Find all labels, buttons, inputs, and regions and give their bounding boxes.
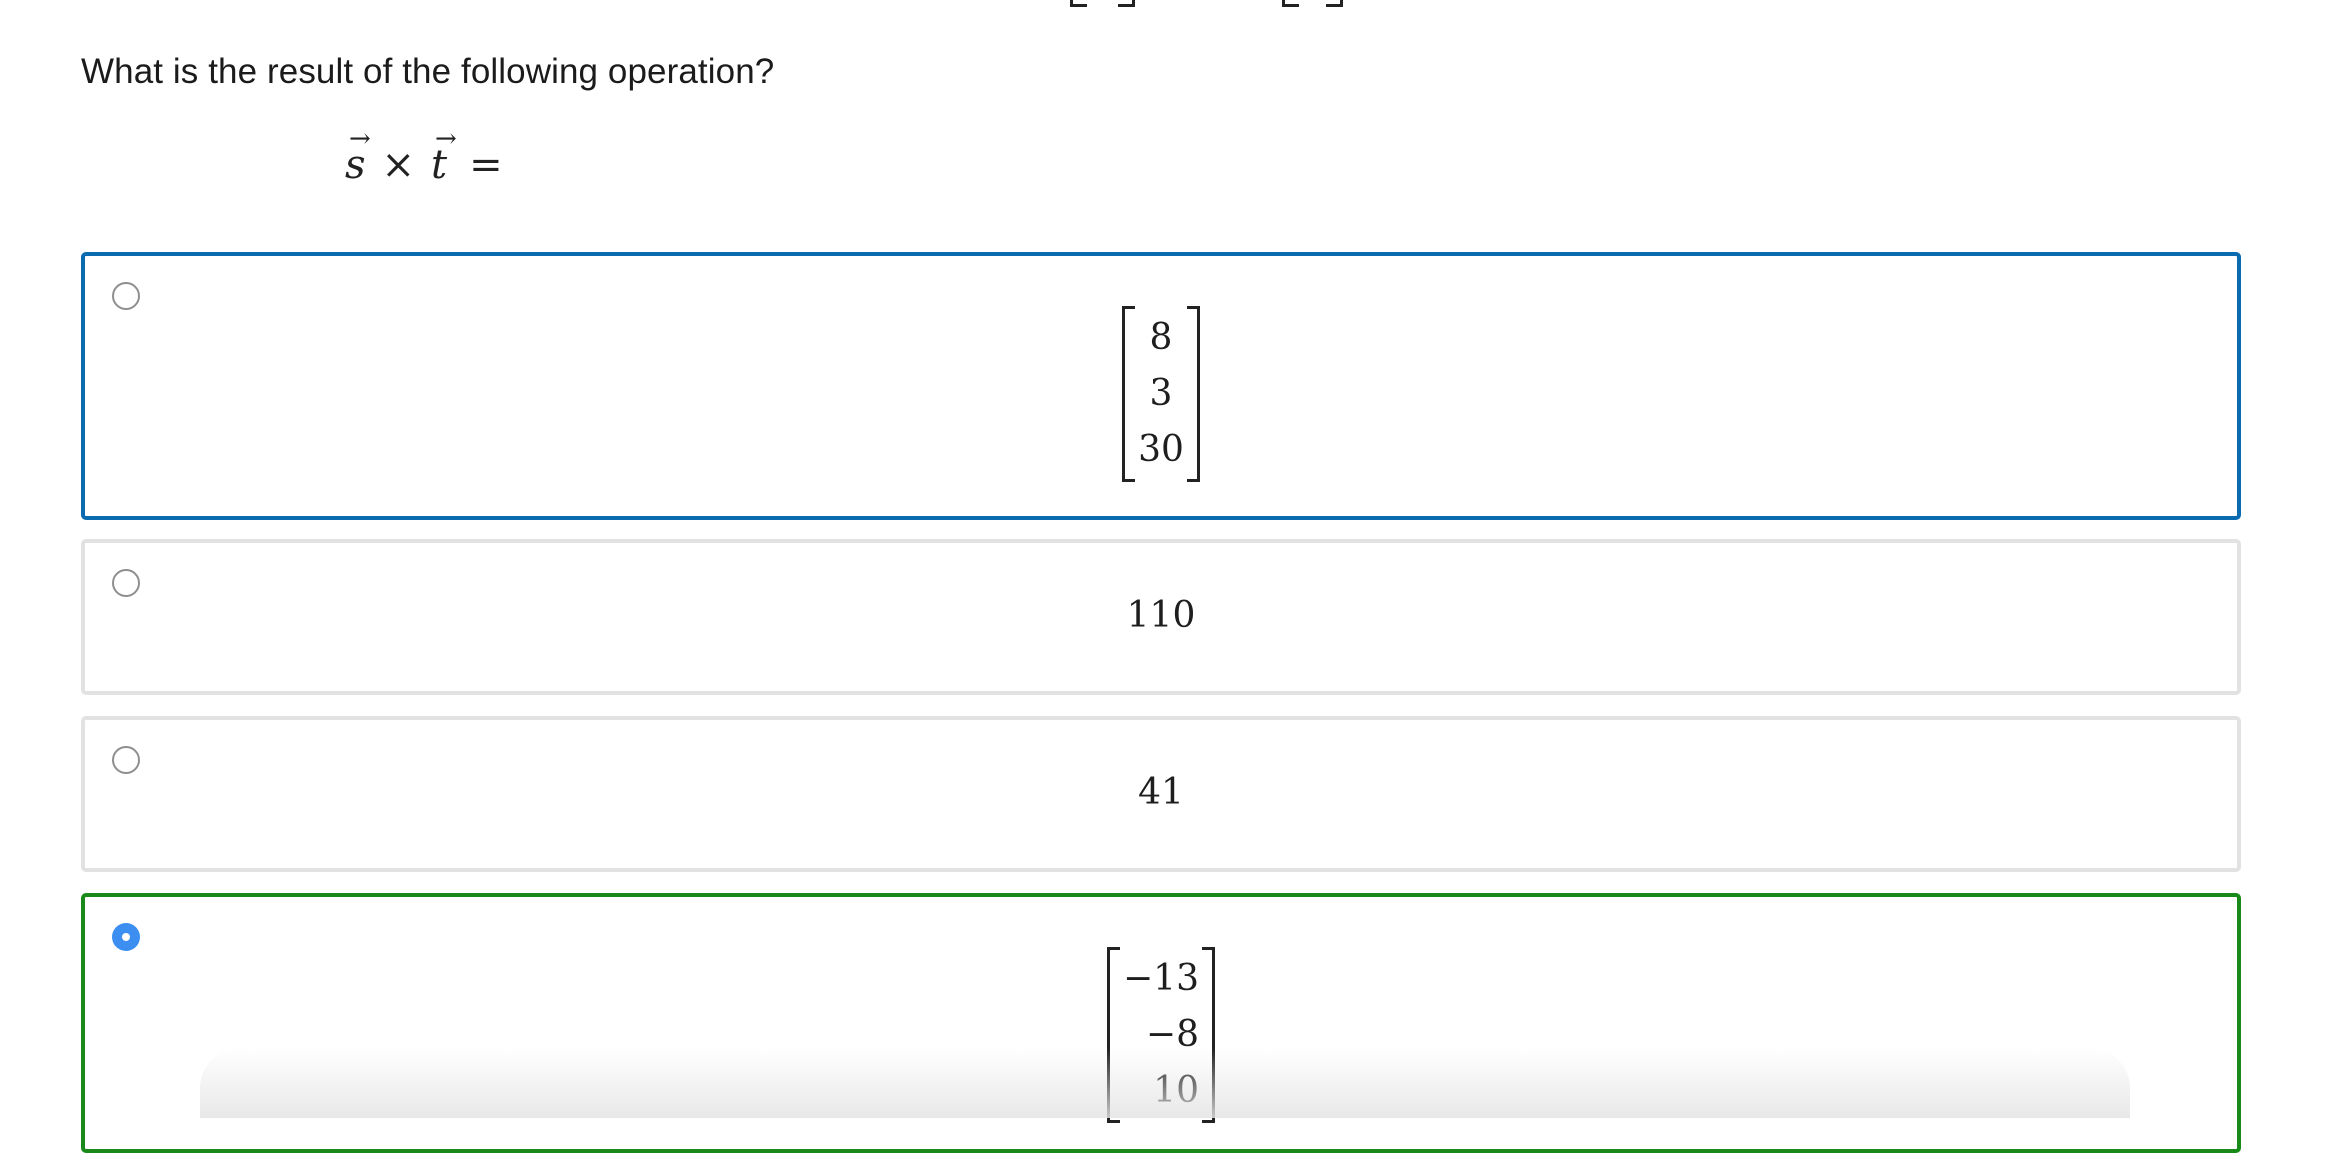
- vector-s: → s: [345, 124, 371, 188]
- answer-value-c: 41: [1138, 772, 1184, 813]
- vector-component: 30: [1138, 429, 1184, 470]
- vector-component: 3: [1149, 373, 1173, 414]
- bracket-right: [1326, 0, 1343, 7]
- cross-product-operator: ×: [381, 142, 416, 188]
- answer-option-b[interactable]: 110: [81, 539, 2241, 695]
- answer-value-b: 110: [1126, 595, 1196, 636]
- answer-option-d[interactable]: −13 −8 10: [81, 893, 2241, 1153]
- vector-component: −8: [1145, 1014, 1199, 1055]
- equals-sign: =: [469, 142, 503, 188]
- answer-vector-d: −13 −8 10: [1107, 947, 1215, 1123]
- vector-arrow-icon: →: [435, 124, 457, 154]
- bracket-left: [1070, 0, 1087, 7]
- previous-content-brackets: [0, 0, 2330, 7]
- answer-option-a[interactable]: 8 3 30: [81, 252, 2241, 520]
- vector-component: 10: [1153, 1070, 1199, 1111]
- radio-button-b[interactable]: [112, 569, 140, 597]
- bracket-right: [1118, 0, 1135, 7]
- vector-t: → t: [431, 124, 457, 188]
- radio-button-c[interactable]: [112, 746, 140, 774]
- equation: → s × → t =: [345, 124, 503, 188]
- vector-component: 8: [1149, 317, 1173, 358]
- question-text: What is the result of the following oper…: [81, 52, 775, 91]
- answer-option-c[interactable]: 41: [81, 716, 2241, 872]
- vector-component: −13: [1123, 958, 1199, 999]
- bracket-left: [1282, 0, 1299, 7]
- vector-arrow-icon: →: [349, 124, 371, 154]
- answer-vector-a: 8 3 30: [1122, 306, 1200, 482]
